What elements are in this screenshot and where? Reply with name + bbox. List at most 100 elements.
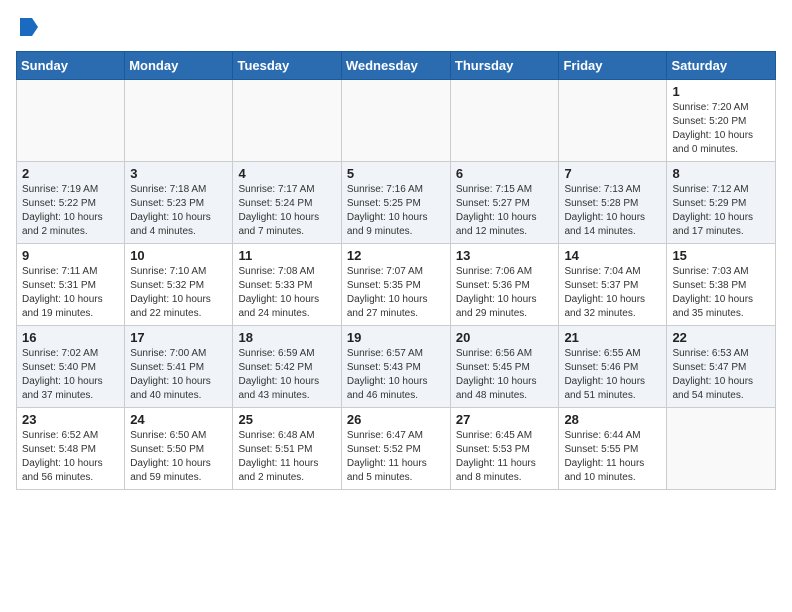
day-info: Sunrise: 7:18 AM Sunset: 5:23 PM Dayligh… bbox=[130, 183, 227, 239]
day-info: Sunrise: 7:02 AM Sunset: 5:40 PM Dayligh… bbox=[22, 347, 119, 403]
calendar-cell: 5 Sunrise: 7:16 AM Sunset: 5:25 PM Daylig… bbox=[341, 162, 450, 244]
calendar-cell: 4 Sunrise: 7:17 AM Sunset: 5:24 PM Daylig… bbox=[233, 162, 341, 244]
day-number: 22 bbox=[672, 330, 770, 345]
calendar-header-row: SundayMondayTuesdayWednesdayThursdayFrid… bbox=[17, 52, 776, 80]
calendar-cell: 19Sunrise: 6:57 AM Sunset: 5:43 PM Dayli… bbox=[341, 326, 450, 408]
calendar-cell: 12 Sunrise: 7:07 AM Sunset: 5:35 PM Dayli… bbox=[341, 244, 450, 326]
day-number: 23 bbox=[22, 412, 119, 427]
calendar-cell: 16 Sunrise: 7:02 AM Sunset: 5:40 PM Dayli… bbox=[17, 326, 125, 408]
calendar-cell bbox=[233, 80, 341, 162]
column-header-tuesday: Tuesday bbox=[233, 52, 341, 80]
day-number: 18 bbox=[238, 330, 335, 345]
calendar-cell: 20Sunrise: 6:56 AM Sunset: 5:45 PM Dayli… bbox=[450, 326, 559, 408]
day-info: Sunrise: 7:03 AM Sunset: 5:38 PM Dayligh… bbox=[672, 265, 770, 321]
day-number: 21 bbox=[564, 330, 661, 345]
day-number: 7 bbox=[564, 166, 661, 181]
day-info: Sunrise: 7:17 AM Sunset: 5:24 PM Dayligh… bbox=[238, 183, 335, 239]
calendar-cell: 22 Sunrise: 6:53 AM Sunset: 5:47 PM Dayli… bbox=[667, 326, 776, 408]
calendar-week-row: 1 Sunrise: 7:20 AM Sunset: 5:20 PM Daylig… bbox=[17, 80, 776, 162]
day-number: 20 bbox=[456, 330, 554, 345]
day-number: 19 bbox=[347, 330, 445, 345]
day-number: 14 bbox=[564, 248, 661, 263]
calendar-cell bbox=[125, 80, 233, 162]
day-info: Sunrise: 7:04 AM Sunset: 5:37 PM Dayligh… bbox=[564, 265, 661, 321]
day-number: 2 bbox=[22, 166, 119, 181]
calendar-week-row: 23 Sunrise: 6:52 AM Sunset: 5:48 PM Dayli… bbox=[17, 408, 776, 490]
calendar-table: SundayMondayTuesdayWednesdayThursdayFrid… bbox=[16, 51, 776, 490]
day-info: Sunrise: 6:48 AM Sunset: 5:51 PM Dayligh… bbox=[238, 429, 335, 485]
calendar-week-row: 2 Sunrise: 7:19 AM Sunset: 5:22 PM Daylig… bbox=[17, 162, 776, 244]
calendar-cell: 10Sunrise: 7:10 AM Sunset: 5:32 PM Dayli… bbox=[125, 244, 233, 326]
day-info: Sunrise: 7:08 AM Sunset: 5:33 PM Dayligh… bbox=[238, 265, 335, 321]
day-info: Sunrise: 7:12 AM Sunset: 5:29 PM Dayligh… bbox=[672, 183, 770, 239]
column-header-thursday: Thursday bbox=[450, 52, 559, 80]
calendar-cell: 6 Sunrise: 7:15 AM Sunset: 5:27 PM Daylig… bbox=[450, 162, 559, 244]
day-number: 12 bbox=[347, 248, 445, 263]
day-info: Sunrise: 7:00 AM Sunset: 5:41 PM Dayligh… bbox=[130, 347, 227, 403]
day-info: Sunrise: 7:06 AM Sunset: 5:36 PM Dayligh… bbox=[456, 265, 554, 321]
day-number: 24 bbox=[130, 412, 227, 427]
calendar-cell: 1 Sunrise: 7:20 AM Sunset: 5:20 PM Daylig… bbox=[667, 80, 776, 162]
logo-icon bbox=[18, 16, 40, 38]
day-info: Sunrise: 6:52 AM Sunset: 5:48 PM Dayligh… bbox=[22, 429, 119, 485]
calendar-cell bbox=[667, 408, 776, 490]
day-info: Sunrise: 7:11 AM Sunset: 5:31 PM Dayligh… bbox=[22, 265, 119, 321]
calendar-cell: 18 Sunrise: 6:59 AM Sunset: 5:42 PM Dayli… bbox=[233, 326, 341, 408]
day-info: Sunrise: 6:53 AM Sunset: 5:47 PM Dayligh… bbox=[672, 347, 770, 403]
day-number: 11 bbox=[238, 248, 335, 263]
calendar-cell: 14 Sunrise: 7:04 AM Sunset: 5:37 PM Dayli… bbox=[559, 244, 667, 326]
calendar-week-row: 9 Sunrise: 7:11 AM Sunset: 5:31 PM Daylig… bbox=[17, 244, 776, 326]
day-info: Sunrise: 6:50 AM Sunset: 5:50 PM Dayligh… bbox=[130, 429, 227, 485]
page-header bbox=[16, 16, 776, 43]
day-number: 3 bbox=[130, 166, 227, 181]
calendar-cell: 25 Sunrise: 6:48 AM Sunset: 5:51 PM Dayli… bbox=[233, 408, 341, 490]
calendar-cell: 9 Sunrise: 7:11 AM Sunset: 5:31 PM Daylig… bbox=[17, 244, 125, 326]
calendar-cell: 26 Sunrise: 6:47 AM Sunset: 5:52 PM Dayli… bbox=[341, 408, 450, 490]
day-number: 17 bbox=[130, 330, 227, 345]
calendar-cell: 28 Sunrise: 6:44 AM Sunset: 5:55 PM Dayli… bbox=[559, 408, 667, 490]
calendar-cell bbox=[17, 80, 125, 162]
calendar-cell bbox=[450, 80, 559, 162]
calendar-cell: 11 Sunrise: 7:08 AM Sunset: 5:33 PM Dayli… bbox=[233, 244, 341, 326]
calendar-cell: 13 Sunrise: 7:06 AM Sunset: 5:36 PM Dayli… bbox=[450, 244, 559, 326]
day-number: 15 bbox=[672, 248, 770, 263]
day-number: 8 bbox=[672, 166, 770, 181]
day-info: Sunrise: 6:47 AM Sunset: 5:52 PM Dayligh… bbox=[347, 429, 445, 485]
column-header-friday: Friday bbox=[559, 52, 667, 80]
column-header-wednesday: Wednesday bbox=[341, 52, 450, 80]
day-info: Sunrise: 6:55 AM Sunset: 5:46 PM Dayligh… bbox=[564, 347, 661, 403]
day-info: Sunrise: 6:44 AM Sunset: 5:55 PM Dayligh… bbox=[564, 429, 661, 485]
day-info: Sunrise: 6:45 AM Sunset: 5:53 PM Dayligh… bbox=[456, 429, 554, 485]
calendar-week-row: 16 Sunrise: 7:02 AM Sunset: 5:40 PM Dayli… bbox=[17, 326, 776, 408]
day-info: Sunrise: 7:19 AM Sunset: 5:22 PM Dayligh… bbox=[22, 183, 119, 239]
day-number: 5 bbox=[347, 166, 445, 181]
calendar-cell: 24 Sunrise: 6:50 AM Sunset: 5:50 PM Dayli… bbox=[125, 408, 233, 490]
column-header-saturday: Saturday bbox=[667, 52, 776, 80]
day-number: 13 bbox=[456, 248, 554, 263]
logo bbox=[16, 16, 40, 43]
day-number: 27 bbox=[456, 412, 554, 427]
day-info: Sunrise: 7:15 AM Sunset: 5:27 PM Dayligh… bbox=[456, 183, 554, 239]
day-number: 1 bbox=[672, 84, 770, 99]
day-number: 26 bbox=[347, 412, 445, 427]
day-info: Sunrise: 7:13 AM Sunset: 5:28 PM Dayligh… bbox=[564, 183, 661, 239]
calendar-cell: 21 Sunrise: 6:55 AM Sunset: 5:46 PM Dayli… bbox=[559, 326, 667, 408]
day-number: 6 bbox=[456, 166, 554, 181]
day-number: 16 bbox=[22, 330, 119, 345]
day-info: Sunrise: 6:59 AM Sunset: 5:42 PM Dayligh… bbox=[238, 347, 335, 403]
day-info: Sunrise: 7:16 AM Sunset: 5:25 PM Dayligh… bbox=[347, 183, 445, 239]
calendar-cell: 3 Sunrise: 7:18 AM Sunset: 5:23 PM Daylig… bbox=[125, 162, 233, 244]
calendar-cell: 17 Sunrise: 7:00 AM Sunset: 5:41 PM Dayli… bbox=[125, 326, 233, 408]
day-number: 28 bbox=[564, 412, 661, 427]
day-number: 25 bbox=[238, 412, 335, 427]
calendar-cell: 2 Sunrise: 7:19 AM Sunset: 5:22 PM Daylig… bbox=[17, 162, 125, 244]
calendar-cell: 27 Sunrise: 6:45 AM Sunset: 5:53 PM Dayli… bbox=[450, 408, 559, 490]
day-number: 4 bbox=[238, 166, 335, 181]
column-header-monday: Monday bbox=[125, 52, 233, 80]
day-number: 10 bbox=[130, 248, 227, 263]
day-number: 9 bbox=[22, 248, 119, 263]
day-info: Sunrise: 7:20 AM Sunset: 5:20 PM Dayligh… bbox=[672, 101, 770, 157]
day-info: Sunrise: 7:07 AM Sunset: 5:35 PM Dayligh… bbox=[347, 265, 445, 321]
calendar-cell: 23 Sunrise: 6:52 AM Sunset: 5:48 PM Dayli… bbox=[17, 408, 125, 490]
calendar-cell bbox=[341, 80, 450, 162]
